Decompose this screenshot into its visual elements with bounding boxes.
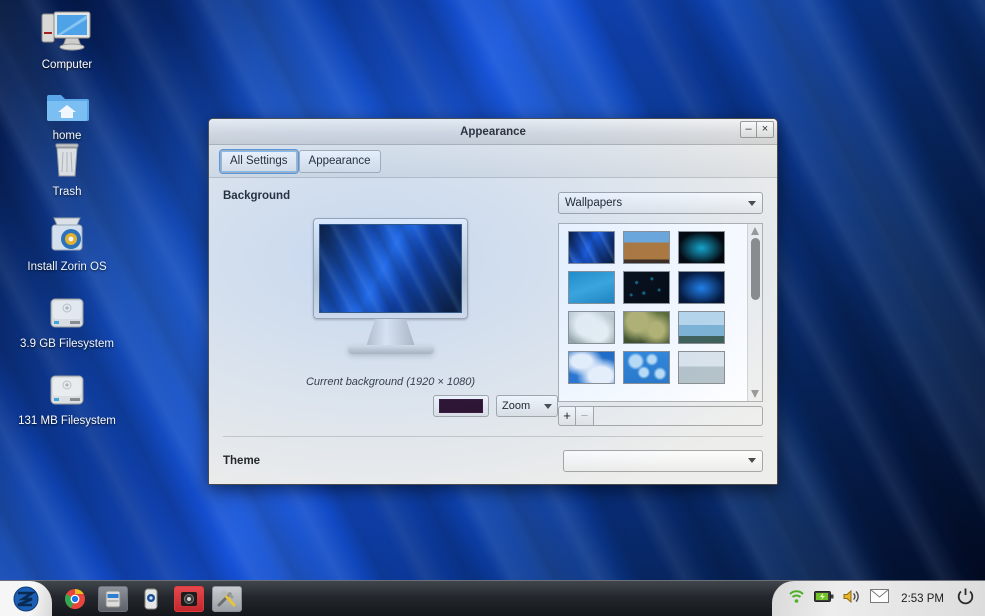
monitor-preview[interactable]: Current background (1920 × 1080) bbox=[223, 218, 558, 388]
wallpaper-grid-container bbox=[558, 223, 763, 402]
scroll-down-icon[interactable] bbox=[751, 390, 759, 398]
monitor-bezel bbox=[313, 218, 468, 319]
desktop-icon-label: 131 MB Filesystem bbox=[18, 415, 116, 427]
window-titlebar[interactable]: Appearance – × bbox=[209, 119, 777, 145]
wallpaper-thumbnail-winter-bridge[interactable] bbox=[678, 351, 725, 384]
appearance-button[interactable]: Appearance bbox=[298, 149, 381, 173]
taskbar-clock[interactable]: 2:53 PM bbox=[898, 593, 947, 605]
wallpaper-path-field[interactable] bbox=[594, 406, 763, 426]
close-button[interactable]: × bbox=[757, 121, 774, 138]
desktop-icon-label: Trash bbox=[52, 186, 82, 198]
chevron-down-icon bbox=[748, 458, 756, 463]
desktop-icon-trash[interactable]: Trash bbox=[12, 133, 122, 199]
background-color-button[interactable] bbox=[433, 395, 489, 417]
all-settings-button[interactable]: All Settings bbox=[219, 148, 299, 174]
taskbar-item-device-icon[interactable] bbox=[136, 586, 166, 612]
monitor-stand-base bbox=[347, 345, 434, 354]
color-swatch bbox=[439, 399, 483, 413]
background-fit-value: Zoom bbox=[502, 400, 531, 412]
minimize-button[interactable]: – bbox=[740, 121, 757, 138]
wallpaper-preview bbox=[319, 224, 462, 313]
desktop-icon-label: 3.9 GB Filesystem bbox=[20, 338, 114, 350]
wallpaper-thumbnail-night-sparks[interactable] bbox=[623, 271, 670, 304]
desktop-icon-computer[interactable]: Computer bbox=[12, 6, 122, 72]
zorin-logo-icon bbox=[13, 586, 39, 611]
start-menu-button[interactable] bbox=[0, 580, 52, 616]
background-left-column: Background Current background (1920 × 10… bbox=[223, 190, 558, 426]
taskbar-item-file-manager-icon[interactable] bbox=[98, 585, 128, 612]
theme-pane: Theme bbox=[223, 436, 763, 484]
theme-select[interactable] bbox=[563, 449, 763, 472]
taskbar-item-tools-icon[interactable] bbox=[212, 585, 242, 612]
background-pane: Background Current background (1920 × 10… bbox=[209, 178, 777, 426]
taskbar-item-camera-app-icon[interactable] bbox=[174, 585, 204, 612]
wallpaper-thumbnail-clouds-sky[interactable] bbox=[568, 351, 615, 384]
desktop-icon-filesystem-131mb[interactable]: 131 MB Filesystem bbox=[12, 362, 122, 428]
wallpaper-thumbnail-blue-radial[interactable] bbox=[678, 271, 725, 304]
wallpaper-thumbnail-coast-cliffs[interactable] bbox=[678, 311, 725, 344]
window-title: Appearance bbox=[460, 125, 526, 138]
trash-icon bbox=[12, 133, 122, 181]
wallpaper-thumbnail-teal-glow[interactable] bbox=[678, 231, 725, 264]
wifi-icon[interactable] bbox=[788, 589, 805, 609]
desktop-icon-label: Install Zorin OS bbox=[27, 261, 107, 273]
volume-icon[interactable] bbox=[843, 589, 861, 609]
wallpaper-add-remove-row: + − bbox=[558, 406, 763, 426]
wallpaper-thumbnail-blue-streaks[interactable] bbox=[568, 231, 615, 264]
appearance-window[interactable]: Appearance – × All Settings Appearance B… bbox=[208, 118, 778, 485]
desktop-icon-filesystem-39gb[interactable]: 3.9 GB Filesystem bbox=[12, 285, 122, 351]
chevron-down-icon bbox=[544, 403, 552, 409]
wallpaper-thumbnail-colosseum[interactable] bbox=[623, 231, 670, 264]
system-tray: 2:53 PM bbox=[772, 580, 985, 616]
home-folder-icon bbox=[12, 77, 122, 125]
wallpaper-source-value: Wallpapers bbox=[565, 197, 623, 209]
taskbar-item-chrome-icon[interactable] bbox=[60, 586, 90, 612]
wallpaper-source-select[interactable]: Wallpapers bbox=[558, 192, 763, 214]
monitor-stand-neck bbox=[366, 319, 415, 345]
background-fit-select[interactable]: Zoom bbox=[496, 395, 558, 417]
wallpaper-grid[interactable] bbox=[559, 224, 747, 401]
background-heading: Background bbox=[223, 190, 291, 202]
window-content: Background Current background (1920 × 10… bbox=[209, 178, 777, 484]
desktop-icon-install-zorin-os[interactable]: Install Zorin OS bbox=[12, 208, 122, 274]
desktop-icon-label: Computer bbox=[41, 59, 93, 71]
window-toolbar: All Settings Appearance bbox=[209, 145, 777, 178]
wallpaper-thumbnail-cyan-flat[interactable] bbox=[568, 271, 615, 304]
background-right-column: Wallpapers + − bbox=[558, 190, 763, 426]
scrollbar-thumb[interactable] bbox=[751, 238, 760, 300]
installer-disc-icon bbox=[12, 208, 122, 256]
theme-heading: Theme bbox=[223, 454, 261, 467]
add-wallpaper-button[interactable]: + bbox=[558, 406, 576, 426]
drive-harddisk-icon bbox=[12, 362, 122, 410]
wallpaper-thumbnail-blue-bokeh[interactable] bbox=[623, 351, 670, 384]
wallpaper-thumbnail-autumn-tree[interactable] bbox=[623, 311, 670, 344]
computer-icon bbox=[12, 6, 122, 54]
mail-icon[interactable] bbox=[870, 589, 890, 608]
wallpaper-scrollbar[interactable] bbox=[747, 224, 762, 401]
wallpaper-thumbnail-white-blossom[interactable] bbox=[568, 311, 615, 344]
taskbar[interactable]: 2:53 PM bbox=[0, 580, 985, 616]
scroll-up-icon[interactable] bbox=[751, 227, 759, 235]
remove-wallpaper-button[interactable]: − bbox=[576, 406, 594, 426]
background-controls: Zoom bbox=[433, 395, 558, 417]
window-controls: – × bbox=[740, 121, 774, 138]
monitor-graphic bbox=[313, 218, 468, 354]
battery-icon[interactable] bbox=[814, 590, 834, 608]
drive-harddisk-icon bbox=[12, 285, 122, 333]
power-button-icon[interactable] bbox=[956, 587, 975, 611]
chevron-down-icon bbox=[748, 200, 756, 206]
current-background-label: Current background (1920 × 1080) bbox=[305, 376, 476, 388]
desktop[interactable]: Computer home Trash Install Zorin OS 3.9… bbox=[0, 0, 985, 616]
